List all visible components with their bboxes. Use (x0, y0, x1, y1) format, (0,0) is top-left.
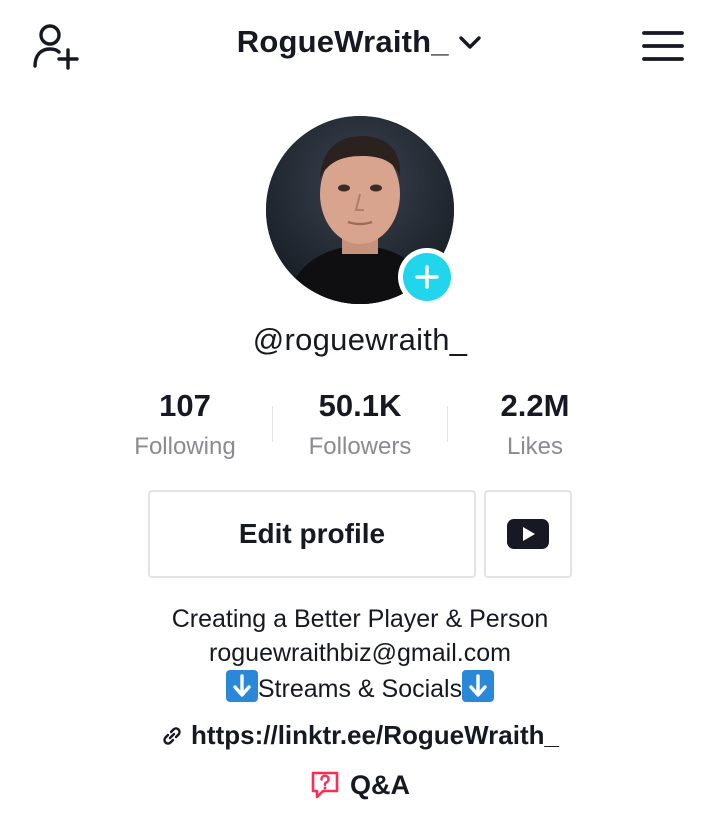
bio-link[interactable]: https://linktr.ee/RogueWraith_ (0, 720, 720, 751)
stats-divider (272, 406, 273, 442)
username-title: RogueWraith_ (236, 24, 449, 59)
stat-value: 2.2M (500, 388, 570, 423)
stat-label: Likes (506, 433, 564, 460)
stat-label: Following (134, 433, 236, 460)
edit-profile-button[interactable]: Edit profile (148, 490, 476, 578)
bio-streams-text: Streams & Socials (257, 675, 463, 703)
stat-value: 50.1K (318, 388, 402, 423)
bio-email: roguewraithbiz@gmail.com (209, 639, 511, 667)
down-arrow-emoji-icon (225, 670, 258, 702)
chevron-down-icon (459, 36, 481, 49)
qa-button[interactable]: Q&A (0, 770, 720, 801)
stat-label: Followers (308, 433, 412, 460)
stat-likes[interactable]: 2.2M Likes (445, 386, 625, 462)
stats-row: 107 Following 50.1K Followers 2.2M Likes (0, 386, 720, 476)
bio: Creating a Better Player & Person roguew… (0, 602, 720, 706)
down-arrow-emoji-icon (462, 670, 495, 702)
profile-handle: @roguewraith_ (252, 322, 468, 357)
bio-line: Streams & Socials (0, 670, 720, 706)
youtube-button[interactable] (484, 490, 572, 578)
account-switcher[interactable]: RogueWraith_ (0, 24, 720, 60)
stat-following[interactable]: 107 Following (95, 386, 275, 462)
stat-value: 107 (159, 388, 211, 423)
question-bubble-icon (311, 771, 339, 799)
top-bar: RogueWraith_ (0, 0, 720, 92)
qa-label: Q&A (350, 770, 410, 800)
stat-followers[interactable]: 50.1K Followers (270, 386, 450, 462)
youtube-icon (507, 519, 549, 549)
add-photo-badge[interactable] (398, 248, 456, 306)
hamburger-menu-icon[interactable] (640, 28, 686, 64)
link-url: https://linktr.ee/RogueWraith_ (191, 720, 559, 750)
plus-icon (403, 253, 451, 301)
link-icon (163, 727, 181, 745)
stats-divider (447, 406, 448, 442)
bio-line: Creating a Better Player & Person (171, 605, 549, 633)
